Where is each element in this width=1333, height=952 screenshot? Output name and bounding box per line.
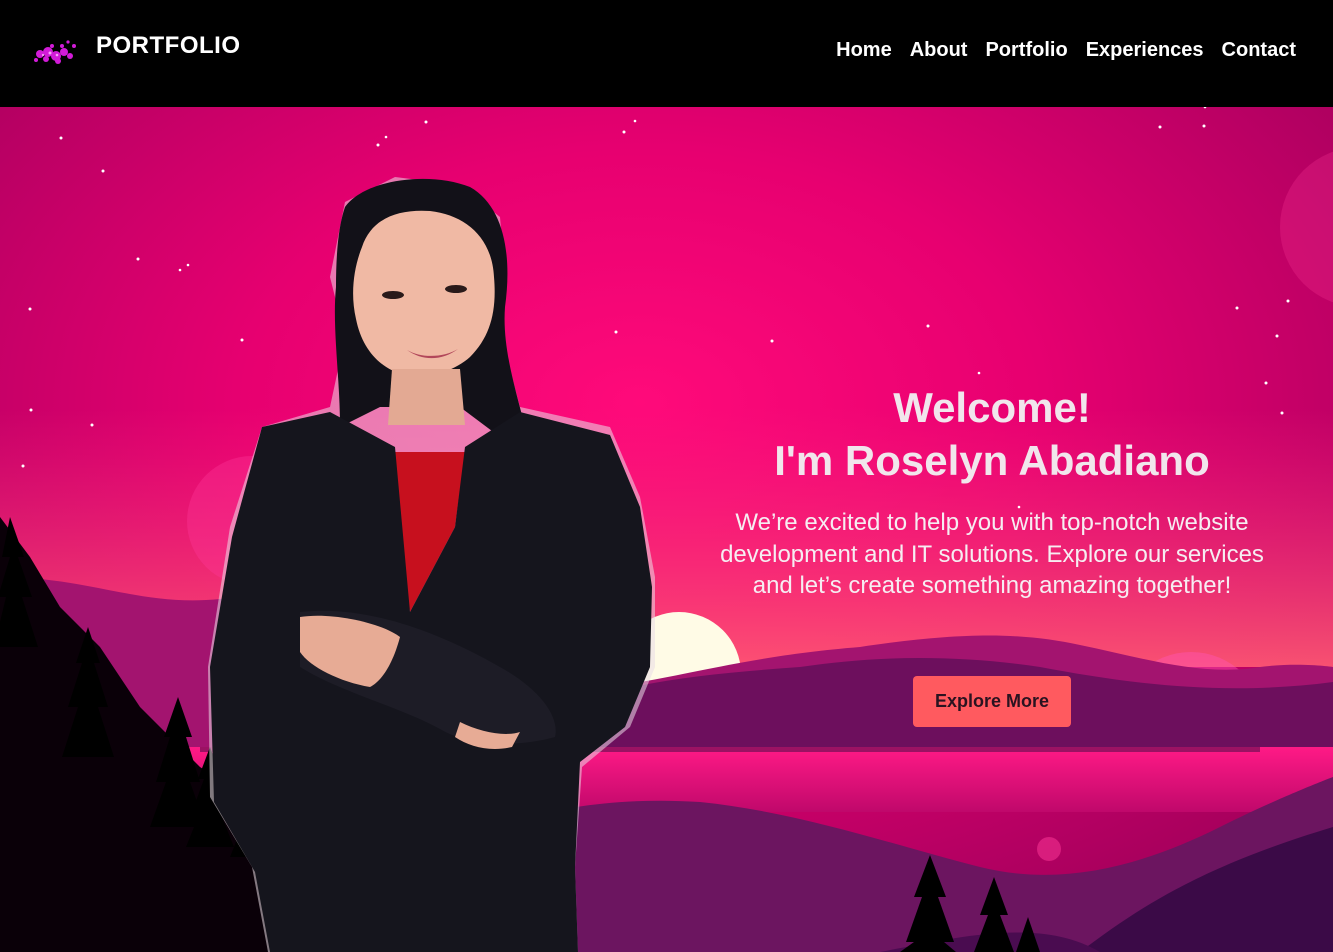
- name-heading: I'm Roselyn Abadiano: [774, 437, 1210, 484]
- portfolio-page: PORTFOLIO Home About Portfolio Experienc…: [0, 0, 1333, 952]
- nav-experiences[interactable]: Experiences: [1086, 39, 1204, 62]
- navbar: PORTFOLIO Home About Portfolio Experienc…: [0, 0, 1333, 107]
- hero-subtitle: We’re excited to help you with top-notch…: [720, 509, 1264, 599]
- hero-section: Welcome! I'm Roselyn Abadiano We’re exci…: [0, 107, 1333, 952]
- main-nav: Home About Portfolio Experiences Contact: [836, 39, 1296, 62]
- nav-contact[interactable]: Contact: [1222, 39, 1296, 62]
- sparkle-cluster-icon[interactable]: [28, 32, 80, 72]
- explore-more-button[interactable]: Explore More: [913, 676, 1071, 727]
- hero-text: Welcome! I'm Roselyn Abadiano We’re exci…: [700, 381, 1284, 602]
- hero-title: Welcome! I'm Roselyn Abadiano: [700, 381, 1284, 487]
- nav-home[interactable]: Home: [836, 39, 892, 62]
- brand-title[interactable]: PORTFOLIO: [96, 32, 241, 60]
- welcome-heading: Welcome!: [893, 384, 1091, 431]
- decor-circle: [1037, 837, 1061, 861]
- nav-portfolio[interactable]: Portfolio: [985, 39, 1067, 62]
- nav-about[interactable]: About: [910, 39, 968, 62]
